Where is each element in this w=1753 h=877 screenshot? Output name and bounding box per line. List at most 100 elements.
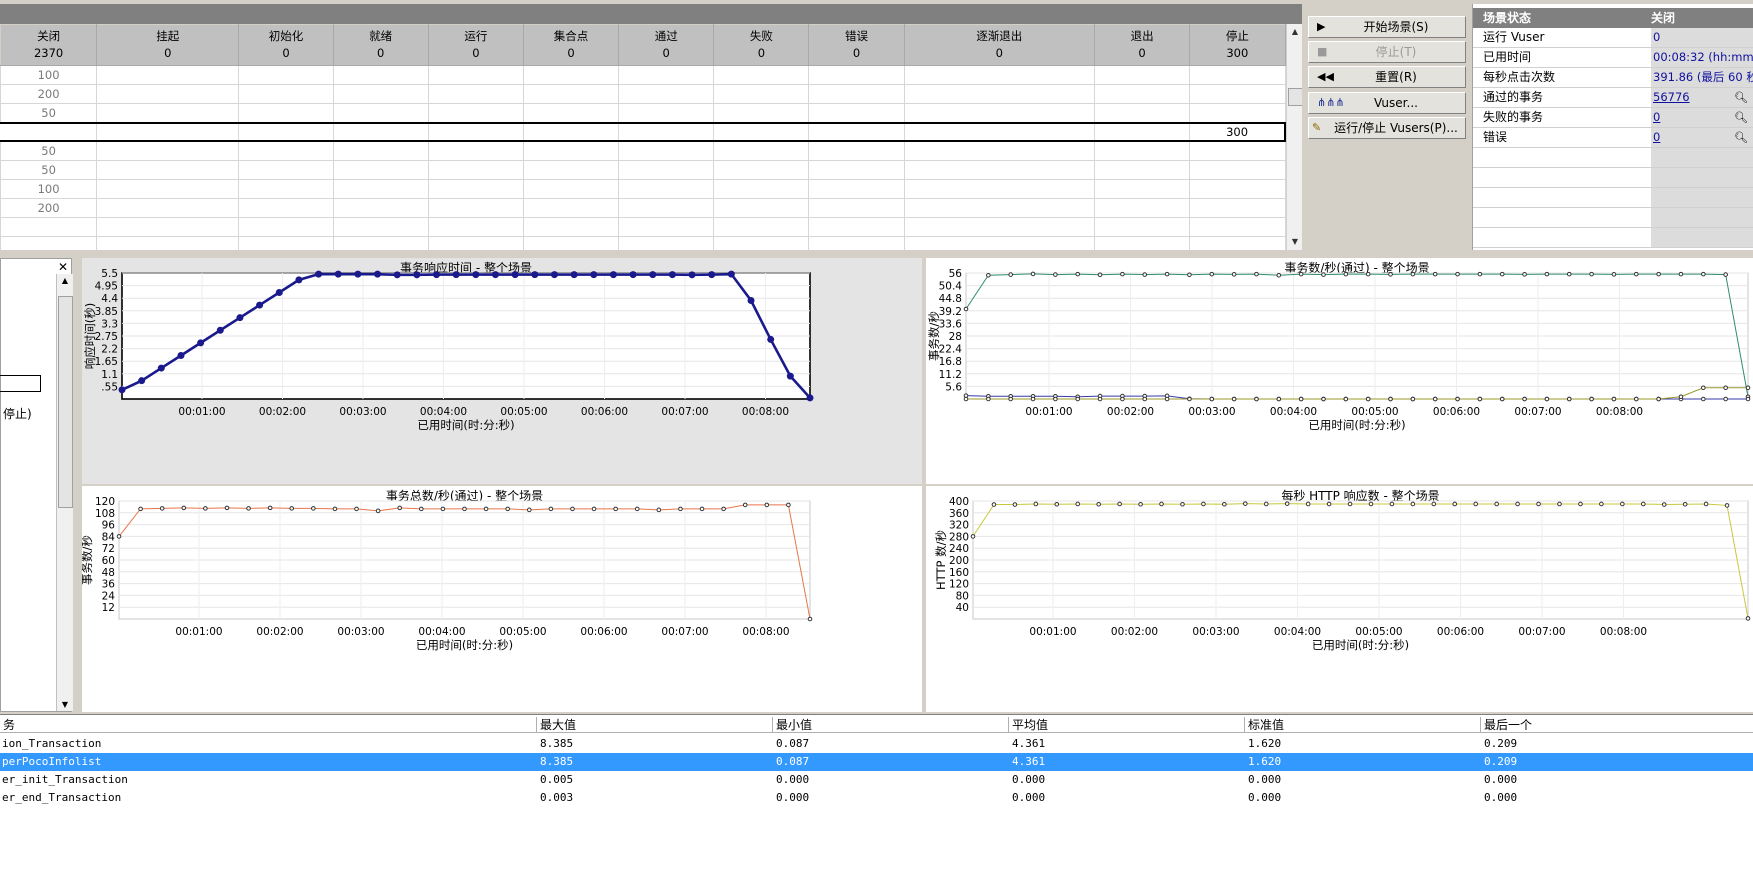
data-point [1656,271,1661,277]
grid-row[interactable]: 100 [0,179,1286,199]
magnifier-icon[interactable]: 🔍︎ [1734,108,1748,127]
vuser-status-grid: 关闭 2370 挂起 0 初始化 0 就绪 0 运行 0 集合点 0 通过 0 失败 0 错误 0… [0,24,1286,251]
scenario-status-panel: 场景状态 关闭 运行 Vuser0 已用时间00:08:32 (hh:mm:ss… [1472,4,1753,250]
col-closed[interactable]: 关闭 2370 [0,24,98,66]
data-point [1389,501,1395,507]
col-gradual-exit[interactable]: 逐渐退出 0 [903,24,1096,66]
passed-tx-link[interactable]: 56776 🔍︎ [1651,88,1753,107]
y-tick-label: .55 [101,381,118,393]
data-point [1008,396,1013,402]
graph-total-transactions-per-second[interactable]: 事务总数/秒(通过) - 整个场景 120 108 96 84 72 60 48 36 24 12 0… [82,486,922,712]
tree-item-box[interactable] [0,375,41,392]
data-point [1678,394,1684,400]
stop-button[interactable]: ■ 停止(T) [1308,41,1466,63]
y-tick-label: 12 [102,602,115,614]
failed-tx-link[interactable]: 0 🔍︎ [1651,108,1753,127]
scroll-down-icon[interactable]: ▼ [1287,234,1303,250]
grid-row[interactable]: 100 [0,65,1286,85]
data-point [1745,385,1751,391]
data-point [656,507,662,513]
col-max[interactable]: 最大值 [537,717,773,733]
col-min[interactable]: 最小值 [773,717,1009,733]
y-tick-label: 280 [949,531,969,543]
data-point [181,505,187,511]
grid-cell [238,84,334,104]
col-failed[interactable]: 失败 0 [713,24,810,66]
grid-cell [1093,160,1191,180]
vusers-button[interactable]: ⋔⋔⋔ Vuser... [1308,92,1466,114]
grid-row[interactable]: 200 [0,198,1286,218]
col-avg[interactable]: 平均值 [1009,717,1245,733]
grid-cell [1189,160,1286,180]
magnifier-icon[interactable]: 🔍︎ [1734,88,1748,107]
col-run[interactable]: 运行 0 [427,24,524,66]
grid-row[interactable] [0,236,1286,250]
scroll-up-icon[interactable]: ▲ [57,276,73,285]
data-point [440,506,446,512]
grid-row[interactable]: 300 [0,122,1286,142]
x-tick-label: 00:06:00 [1437,626,1484,638]
reset-button[interactable]: ◀◀ 重置(R) [1308,66,1466,88]
y-tick-label: 108 [95,508,115,520]
grid-row[interactable]: 50 [0,160,1286,180]
col-stopped[interactable]: 停止 300 [1189,24,1286,66]
col-pending[interactable]: 挂起 0 [96,24,240,66]
data-point [1536,501,1541,507]
status-row-elapsed: 已用时间00:08:32 (hh:mm:ss) [1473,48,1753,68]
data-point [963,306,969,312]
col-rendezvous[interactable]: 集合点 0 [522,24,620,66]
grid-row[interactable]: 200 [0,84,1286,104]
errors-link[interactable]: 0 🔍︎ [1651,128,1753,147]
graph-transactions-per-second[interactable]: 事务数/秒(通过) - 整个场景 56 50.4 44.8 39.2 33.6 28 22.4… [926,258,1753,484]
grid-scrollbar[interactable]: ▲ ▼ [1286,24,1303,250]
data-point [1164,396,1170,402]
table-row[interactable]: er_init_Transaction 0.005 0.000 0.000 0.000 0… [0,771,1753,789]
grid-cell [808,65,905,85]
data-point [590,271,598,279]
data-point [1703,501,1709,507]
data-point [786,372,794,380]
grid-row[interactable]: 50 [0,140,1286,161]
table-row[interactable]: er_end_Transaction 0.003 0.000 0.000 0.000 0.… [0,789,1753,807]
tree-scrollbar[interactable]: ▲ ▼ [56,274,73,711]
run-stop-vusers-button[interactable]: ✎ 运行/停止 Vusers(P)... [1308,117,1466,139]
col-init[interactable]: 初始化 0 [238,24,334,66]
table-row[interactable]: perPocoInfolist 8.385 0.087 4.361 1.620 0.209 [0,753,1753,771]
table-row[interactable]: ion_Transaction 8.385 0.087 4.361 1.620 0.209 [0,735,1753,753]
status-row-passed-tx: 通过的事务 56776 🔍︎ [1473,88,1753,108]
col-error[interactable]: 错误 0 [808,24,905,66]
data-point [1701,385,1706,391]
start-scenario-button[interactable]: ▶ 开始场景(S) [1308,16,1466,38]
data-point [1410,396,1416,402]
scroll-thumb[interactable] [1288,88,1303,106]
grid-cell [903,65,1096,85]
col-last[interactable]: 最后一个 [1481,717,1753,733]
grid-cell: 200 [0,84,98,104]
col-exited[interactable]: 退出 0 [1093,24,1191,66]
col-transaction[interactable]: 务 [0,717,537,733]
grid-cell [713,160,810,180]
close-icon[interactable]: ✕ [58,260,68,274]
y-tick-label: 16.8 [939,356,962,368]
data-point [1455,396,1460,402]
data-point [1477,396,1483,402]
grid-row[interactable] [0,217,1286,237]
scroll-down-icon[interactable]: ▼ [57,700,73,709]
data-point [334,270,342,278]
graph-http-responses-per-second[interactable]: 每秒 HTTP 响应数 - 整个场景 400 360 320 280 240 200 160 1… [926,486,1753,712]
x-tick-label: 00:07:00 [1518,626,1565,638]
graph-transaction-response-time[interactable]: 事务响应时间 - 整个场景 5.5 4.95 4.4 3.85 3.3 2.75 2.2 1.6… [82,258,922,484]
y-tick-label: 33.6 [939,318,963,330]
data-point [452,271,460,279]
scroll-thumb[interactable] [58,296,73,508]
data-point [1701,396,1706,402]
y-tick-label: 11.2 [939,369,962,381]
data-point [1053,396,1058,402]
col-passed[interactable]: 通过 0 [618,24,715,66]
col-std[interactable]: 标准值 [1245,717,1481,733]
magnifier-icon[interactable]: 🔍︎ [1734,128,1748,147]
scroll-up-icon[interactable]: ▲ [1287,24,1303,40]
grid-row[interactable]: 50 [0,103,1286,124]
col-ready[interactable]: 就绪 0 [332,24,429,66]
data-point [1522,272,1527,277]
